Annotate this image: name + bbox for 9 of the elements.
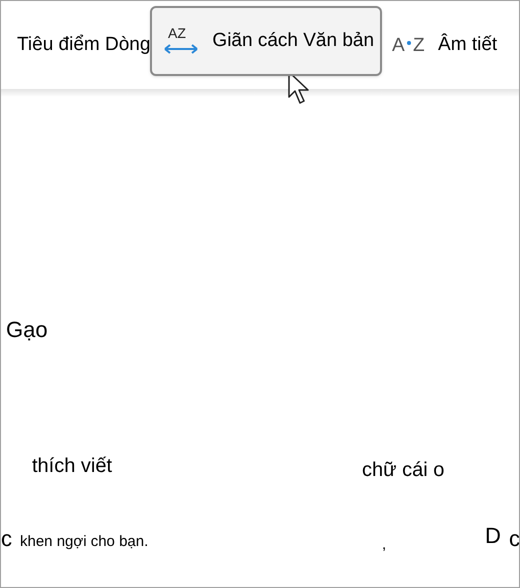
text-fragment: D (485, 525, 501, 547)
text-fragment: Gạo (6, 319, 48, 341)
toolbar-button[interactable]: AZ Giãn cách Văn bản (150, 6, 382, 76)
text-fragment: khen ngợi cho bạn. (20, 534, 148, 549)
text-fragment: chữ cái o (362, 460, 444, 480)
toolbar-button[interactable]: A Z Âm tiết (388, 23, 502, 67)
text-fragment: , (382, 537, 386, 552)
text-fragment: thích viết (32, 456, 112, 476)
text-fragment: c (1, 528, 12, 550)
